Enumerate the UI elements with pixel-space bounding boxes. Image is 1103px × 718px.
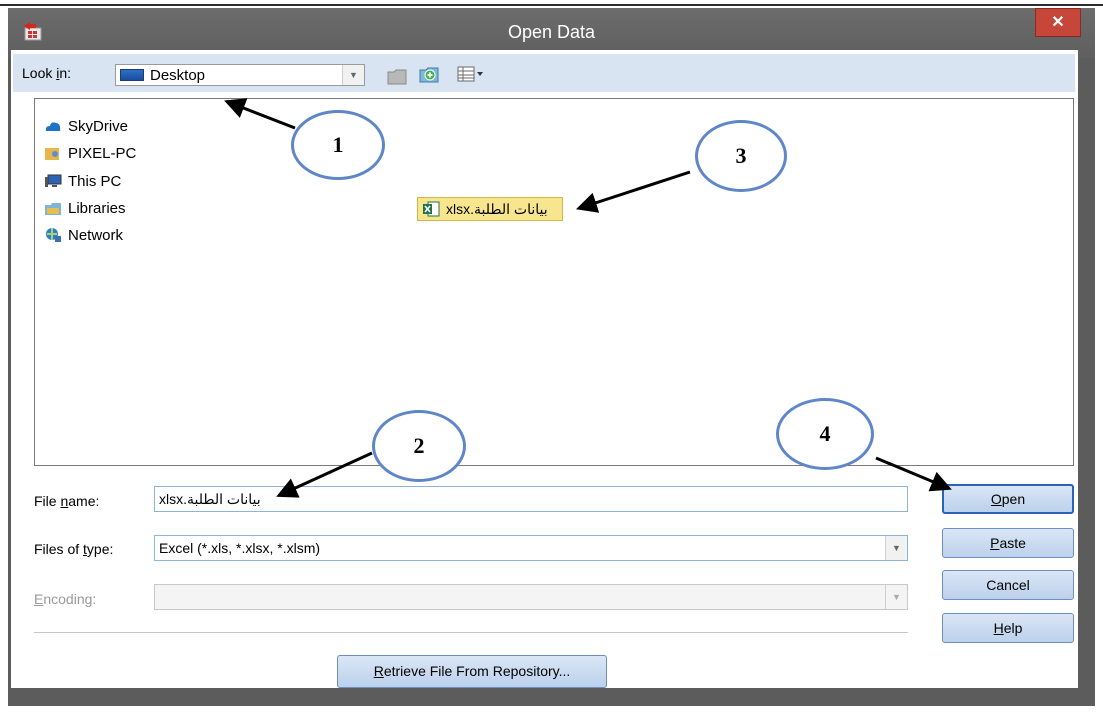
callout-4: 4 xyxy=(776,398,874,470)
callout-1: 1 xyxy=(291,110,385,180)
help-button[interactable]: Help xyxy=(942,613,1074,643)
cancel-button[interactable]: Cancel xyxy=(942,570,1074,600)
file-name-label: File name: xyxy=(34,493,100,509)
callout-3: 3 xyxy=(695,120,787,192)
list-item[interactable]: This PC xyxy=(44,170,121,192)
open-button[interactable]: Open xyxy=(942,484,1074,514)
look-in-dropdown[interactable]: Desktop ▼ xyxy=(115,64,365,86)
list-item[interactable]: Libraries xyxy=(44,197,126,219)
chevron-down-icon[interactable]: ▼ xyxy=(342,65,364,85)
retrieve-from-repository-button[interactable]: Retrieve File From Repository... xyxy=(337,655,607,688)
network-icon xyxy=(46,228,61,242)
excel-file-icon xyxy=(423,201,440,217)
file-name-input[interactable]: بيانات الطلبة.xlsx xyxy=(154,486,908,512)
chevron-down-icon: ▼ xyxy=(885,585,907,609)
user-folder-icon xyxy=(45,148,59,160)
paste-button[interactable]: Paste xyxy=(942,528,1074,558)
file-list-pane[interactable] xyxy=(34,98,1074,466)
close-button[interactable]: ✕ xyxy=(1035,8,1081,37)
list-item[interactable]: PIXEL-PC xyxy=(44,142,136,164)
callout-2: 2 xyxy=(372,410,466,482)
files-of-type-dropdown[interactable]: Excel (*.xls, *.xlsx, *.xlsm) ▼ xyxy=(154,535,908,561)
computer-icon xyxy=(45,174,62,187)
encoding-label: Encoding: xyxy=(34,591,97,607)
list-item[interactable]: Network xyxy=(44,224,123,246)
files-of-type-value: Excel (*.xls, *.xlsx, *.xlsm) xyxy=(159,540,321,556)
look-in-label: Look in: xyxy=(22,65,72,81)
chevron-down-icon[interactable]: ▼ xyxy=(885,536,907,560)
look-in-value: Desktop xyxy=(150,67,206,84)
file-item-name: بيانات الطلبة.xlsx xyxy=(446,200,548,217)
desktop-icon xyxy=(120,69,144,81)
up-folder-icon[interactable] xyxy=(386,65,408,87)
cloud-icon xyxy=(45,122,61,131)
new-folder-icon[interactable] xyxy=(418,63,440,85)
list-item[interactable]: SkyDrive xyxy=(44,115,128,137)
top-border-line xyxy=(0,4,1103,6)
divider xyxy=(34,632,908,633)
file-item-selected[interactable]: بيانات الطلبة.xlsx xyxy=(417,197,563,221)
encoding-dropdown: ▼ xyxy=(154,584,908,610)
files-of-type-label: Files of type: xyxy=(34,541,114,557)
library-icon xyxy=(45,203,61,215)
dialog-title: Open Data xyxy=(507,22,596,42)
file-name-value: بيانات الطلبة.xlsx xyxy=(159,491,261,507)
view-menu-icon[interactable] xyxy=(456,63,486,85)
